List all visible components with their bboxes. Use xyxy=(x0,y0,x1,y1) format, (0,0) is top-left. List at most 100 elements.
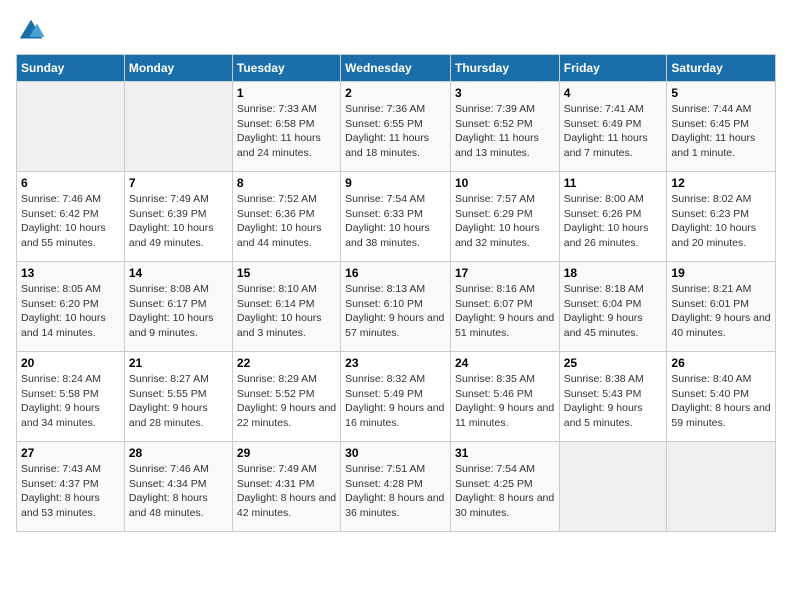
day-info: Sunrise: 8:10 AMSunset: 6:14 PMDaylight:… xyxy=(237,282,336,341)
day-info: Sunrise: 8:18 AMSunset: 6:04 PMDaylight:… xyxy=(564,282,663,341)
calendar-cell: 19 Sunrise: 8:21 AMSunset: 6:01 PMDayligh… xyxy=(667,262,776,352)
day-number: 16 xyxy=(345,266,446,280)
day-number: 29 xyxy=(237,446,336,460)
header-friday: Friday xyxy=(559,55,667,82)
day-number: 24 xyxy=(455,356,555,370)
calendar-cell xyxy=(124,82,232,172)
day-number: 13 xyxy=(21,266,120,280)
day-number: 22 xyxy=(237,356,336,370)
day-info: Sunrise: 8:16 AMSunset: 6:07 PMDaylight:… xyxy=(455,282,555,341)
day-number: 4 xyxy=(564,86,663,100)
calendar-cell: 16 Sunrise: 8:13 AMSunset: 6:10 PMDayligh… xyxy=(341,262,451,352)
day-number: 21 xyxy=(129,356,228,370)
logo xyxy=(16,16,48,46)
calendar-cell: 17 Sunrise: 8:16 AMSunset: 6:07 PMDayligh… xyxy=(450,262,559,352)
day-number: 25 xyxy=(564,356,663,370)
header-wednesday: Wednesday xyxy=(341,55,451,82)
day-number: 31 xyxy=(455,446,555,460)
day-info: Sunrise: 7:39 AMSunset: 6:52 PMDaylight:… xyxy=(455,102,555,161)
calendar-week-row: 1 Sunrise: 7:33 AMSunset: 6:58 PMDaylight… xyxy=(17,82,776,172)
calendar-week-row: 20 Sunrise: 8:24 AMSunset: 5:58 PMDayligh… xyxy=(17,352,776,442)
day-info: Sunrise: 8:00 AMSunset: 6:26 PMDaylight:… xyxy=(564,192,663,251)
calendar-cell xyxy=(667,442,776,532)
day-info: Sunrise: 7:41 AMSunset: 6:49 PMDaylight:… xyxy=(564,102,663,161)
calendar-cell: 20 Sunrise: 8:24 AMSunset: 5:58 PMDayligh… xyxy=(17,352,125,442)
day-number: 20 xyxy=(21,356,120,370)
day-info: Sunrise: 7:36 AMSunset: 6:55 PMDaylight:… xyxy=(345,102,446,161)
calendar-cell: 9 Sunrise: 7:54 AMSunset: 6:33 PMDaylight… xyxy=(341,172,451,262)
calendar-cell: 6 Sunrise: 7:46 AMSunset: 6:42 PMDaylight… xyxy=(17,172,125,262)
calendar-week-row: 13 Sunrise: 8:05 AMSunset: 6:20 PMDayligh… xyxy=(17,262,776,352)
header-saturday: Saturday xyxy=(667,55,776,82)
day-number: 8 xyxy=(237,176,336,190)
day-info: Sunrise: 8:02 AMSunset: 6:23 PMDaylight:… xyxy=(671,192,771,251)
day-info: Sunrise: 8:38 AMSunset: 5:43 PMDaylight:… xyxy=(564,372,663,431)
day-number: 27 xyxy=(21,446,120,460)
calendar-cell: 13 Sunrise: 8:05 AMSunset: 6:20 PMDayligh… xyxy=(17,262,125,352)
header-thursday: Thursday xyxy=(450,55,559,82)
day-number: 28 xyxy=(129,446,228,460)
header-monday: Monday xyxy=(124,55,232,82)
day-info: Sunrise: 7:51 AMSunset: 4:28 PMDaylight:… xyxy=(345,462,446,521)
day-info: Sunrise: 7:33 AMSunset: 6:58 PMDaylight:… xyxy=(237,102,336,161)
calendar-cell: 15 Sunrise: 8:10 AMSunset: 6:14 PMDayligh… xyxy=(232,262,340,352)
day-info: Sunrise: 8:21 AMSunset: 6:01 PMDaylight:… xyxy=(671,282,771,341)
day-number: 30 xyxy=(345,446,446,460)
calendar-cell xyxy=(17,82,125,172)
calendar-cell: 27Sunrise: 7:43 AMSunset: 4:37 PMDayligh… xyxy=(17,442,125,532)
day-info: Sunrise: 8:13 AMSunset: 6:10 PMDaylight:… xyxy=(345,282,446,341)
calendar-cell: 10Sunrise: 7:57 AMSunset: 6:29 PMDayligh… xyxy=(450,172,559,262)
day-number: 2 xyxy=(345,86,446,100)
day-info: Sunrise: 7:54 AMSunset: 4:25 PMDaylight:… xyxy=(455,462,555,521)
calendar-cell: 18 Sunrise: 8:18 AMSunset: 6:04 PMDayligh… xyxy=(559,262,667,352)
day-number: 9 xyxy=(345,176,446,190)
day-number: 10 xyxy=(455,176,555,190)
day-info: Sunrise: 7:54 AMSunset: 6:33 PMDaylight:… xyxy=(345,192,446,251)
day-number: 26 xyxy=(671,356,771,370)
day-info: Sunrise: 7:46 AMSunset: 4:34 PMDaylight:… xyxy=(129,462,228,521)
day-number: 19 xyxy=(671,266,771,280)
calendar-cell: 25 Sunrise: 8:38 AMSunset: 5:43 PMDayligh… xyxy=(559,352,667,442)
calendar-week-row: 27Sunrise: 7:43 AMSunset: 4:37 PMDayligh… xyxy=(17,442,776,532)
calendar-cell: 11Sunrise: 8:00 AMSunset: 6:26 PMDayligh… xyxy=(559,172,667,262)
calendar-cell: 30 Sunrise: 7:51 AMSunset: 4:28 PMDayligh… xyxy=(341,442,451,532)
calendar-cell: 2 Sunrise: 7:36 AMSunset: 6:55 PMDaylight… xyxy=(341,82,451,172)
calendar-cell: 7 Sunrise: 7:49 AMSunset: 6:39 PMDaylight… xyxy=(124,172,232,262)
calendar-cell: 29 Sunrise: 7:49 AMSunset: 4:31 PMDayligh… xyxy=(232,442,340,532)
calendar-cell: 28 Sunrise: 7:46 AMSunset: 4:34 PMDayligh… xyxy=(124,442,232,532)
day-number: 15 xyxy=(237,266,336,280)
calendar-cell: 26 Sunrise: 8:40 AMSunset: 5:40 PMDayligh… xyxy=(667,352,776,442)
day-info: Sunrise: 7:49 AMSunset: 4:31 PMDaylight:… xyxy=(237,462,336,521)
day-info: Sunrise: 8:05 AMSunset: 6:20 PMDaylight:… xyxy=(21,282,120,341)
day-info: Sunrise: 8:32 AMSunset: 5:49 PMDaylight:… xyxy=(345,372,446,431)
day-number: 17 xyxy=(455,266,555,280)
header-sunday: Sunday xyxy=(17,55,125,82)
logo-icon xyxy=(16,16,46,46)
calendar-cell: 21Sunrise: 8:27 AMSunset: 5:55 PMDayligh… xyxy=(124,352,232,442)
day-number: 12 xyxy=(671,176,771,190)
day-number: 1 xyxy=(237,86,336,100)
day-info: Sunrise: 7:46 AMSunset: 6:42 PMDaylight:… xyxy=(21,192,120,251)
day-number: 18 xyxy=(564,266,663,280)
calendar-cell: 4 Sunrise: 7:41 AMSunset: 6:49 PMDaylight… xyxy=(559,82,667,172)
calendar-cell: 14Sunrise: 8:08 AMSunset: 6:17 PMDayligh… xyxy=(124,262,232,352)
calendar-header-row: SundayMondayTuesdayWednesdayThursdayFrid… xyxy=(17,55,776,82)
day-info: Sunrise: 7:44 AMSunset: 6:45 PMDaylight:… xyxy=(671,102,771,161)
day-info: Sunrise: 8:08 AMSunset: 6:17 PMDaylight:… xyxy=(129,282,228,341)
header-tuesday: Tuesday xyxy=(232,55,340,82)
day-info: Sunrise: 8:40 AMSunset: 5:40 PMDaylight:… xyxy=(671,372,771,431)
day-info: Sunrise: 8:24 AMSunset: 5:58 PMDaylight:… xyxy=(21,372,120,431)
calendar-table: SundayMondayTuesdayWednesdayThursdayFrid… xyxy=(16,54,776,532)
day-number: 5 xyxy=(671,86,771,100)
day-number: 7 xyxy=(129,176,228,190)
day-number: 6 xyxy=(21,176,120,190)
calendar-cell: 5 Sunrise: 7:44 AMSunset: 6:45 PMDaylight… xyxy=(667,82,776,172)
calendar-cell: 22Sunrise: 8:29 AMSunset: 5:52 PMDayligh… xyxy=(232,352,340,442)
calendar-cell: 31 Sunrise: 7:54 AMSunset: 4:25 PMDayligh… xyxy=(450,442,559,532)
calendar-cell: 3 Sunrise: 7:39 AMSunset: 6:52 PMDaylight… xyxy=(450,82,559,172)
day-number: 3 xyxy=(455,86,555,100)
day-number: 23 xyxy=(345,356,446,370)
day-info: Sunrise: 7:49 AMSunset: 6:39 PMDaylight:… xyxy=(129,192,228,251)
day-info: Sunrise: 7:52 AMSunset: 6:36 PMDaylight:… xyxy=(237,192,336,251)
calendar-cell: 23 Sunrise: 8:32 AMSunset: 5:49 PMDayligh… xyxy=(341,352,451,442)
